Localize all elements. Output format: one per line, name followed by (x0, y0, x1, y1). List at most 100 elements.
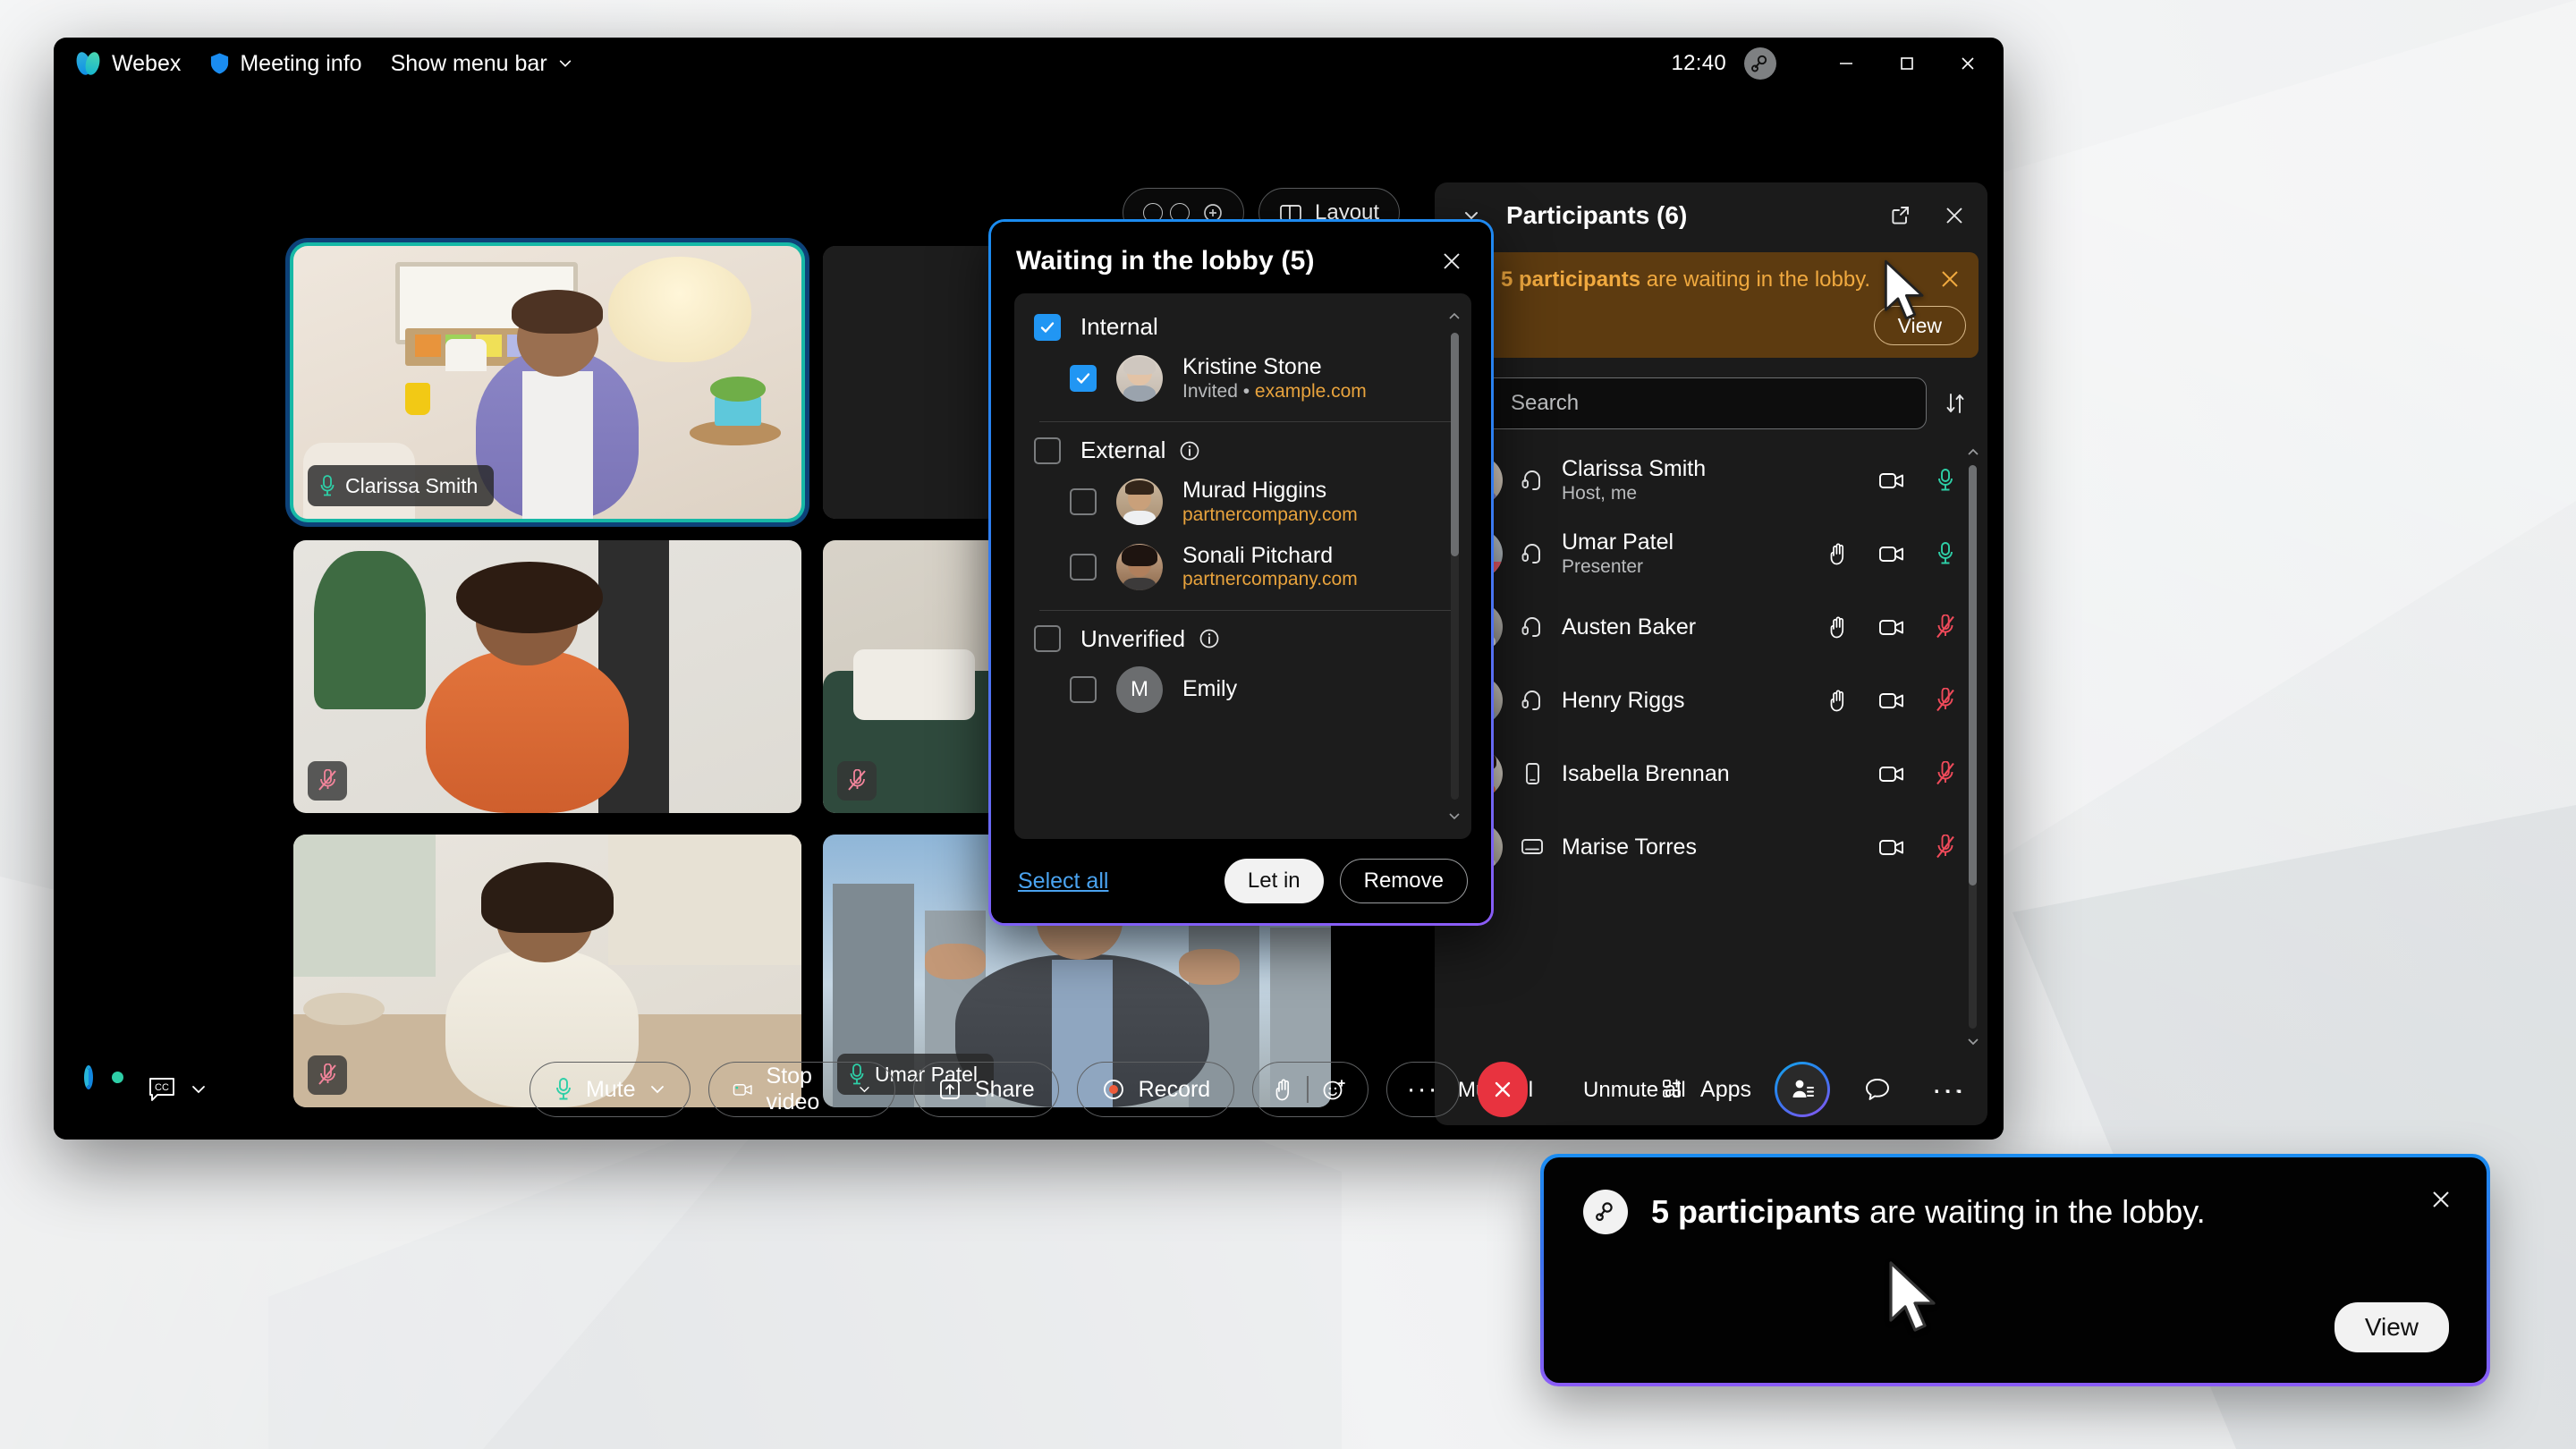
toast-message: 5 participants are waiting in the lobby. (1651, 1193, 2206, 1231)
chevron-up-icon[interactable] (1966, 445, 1980, 460)
person-checkbox[interactable] (1070, 488, 1097, 516)
headset-icon (1521, 617, 1540, 637)
participant-row[interactable]: Clarissa Smith Host, me (1435, 444, 1987, 517)
video-on-icon[interactable] (1877, 543, 1907, 564)
share-button[interactable]: Share (912, 1062, 1059, 1117)
tile-name-label: Clarissa Smith (345, 473, 479, 497)
chevron-down-icon[interactable] (1447, 809, 1462, 823)
video-camera-icon (1879, 840, 1903, 855)
close-panel-button[interactable] (1936, 197, 1973, 234)
group-checkbox-unverified[interactable] (1034, 625, 1061, 653)
video-tile[interactable] (293, 540, 801, 813)
microphone-muted-icon[interactable] (1930, 761, 1961, 786)
select-all-link[interactable]: Select all (1018, 869, 1108, 894)
lobby-list-scrollbar[interactable] (1446, 302, 1462, 830)
stop-video-button[interactable]: Stop video (708, 1062, 895, 1117)
webex-assistant-icon[interactable] (84, 1065, 123, 1109)
emoji-reaction-icon[interactable] (1321, 1077, 1348, 1102)
person-checkbox[interactable] (1070, 675, 1097, 703)
video-on-icon[interactable] (1877, 763, 1907, 784)
chevron-down-icon[interactable] (648, 1080, 666, 1098)
leave-meeting-button[interactable] (1477, 1062, 1529, 1117)
headset-icon (1521, 544, 1540, 564)
meeting-info-button[interactable]: Meeting info (195, 46, 376, 82)
toast-close-button[interactable] (2422, 1181, 2460, 1218)
lobby-group-header-unverified[interactable]: Unverified (1030, 620, 1468, 658)
participant-name: Clarissa Smith (1562, 456, 1707, 482)
window-close-button[interactable] (1937, 38, 1998, 89)
close-icon (2433, 1191, 2449, 1208)
microphone-on-icon[interactable] (1930, 541, 1961, 566)
hand-raised-icon[interactable] (1273, 1077, 1294, 1102)
microphone-muted-icon[interactable] (1930, 835, 1961, 860)
microphone-on-icon[interactable] (1930, 468, 1961, 493)
webex-logo-icon (74, 50, 102, 77)
more-options-button[interactable]: ··· (1385, 1062, 1460, 1117)
person-checkbox[interactable] (1070, 553, 1097, 580)
lobby-person-row[interactable]: Murad Higgins partnercompany.com (1030, 470, 1468, 534)
chat-button[interactable] (1853, 1065, 1902, 1114)
apps-button[interactable]: Apps (1661, 1077, 1751, 1103)
video-on-icon[interactable] (1877, 470, 1907, 491)
let-in-button[interactable]: Let in (1224, 859, 1324, 903)
popout-panel-button[interactable] (1882, 197, 1919, 234)
lobby-people-list[interactable]: Internal Kristine Stone Invited • exampl… (1014, 293, 1471, 839)
participant-role: Presenter (1562, 556, 1644, 578)
lobby-key-icon[interactable] (1744, 47, 1776, 80)
participant-name: Umar Patel (1562, 530, 1674, 555)
lobby-group-header-internal[interactable]: Internal (1030, 308, 1468, 346)
participant-row[interactable]: Henry Riggs (1435, 664, 1987, 737)
banner-dismiss-button[interactable] (1934, 267, 1966, 297)
video-camera-icon (1879, 693, 1903, 708)
person-checkbox[interactable] (1070, 365, 1097, 393)
lobby-person-row[interactable]: Kristine Stone Invited • example.com (1030, 346, 1468, 411)
captions-button[interactable]: CC (147, 1075, 208, 1104)
group-checkbox-external[interactable] (1034, 436, 1061, 464)
sort-button[interactable] (1939, 387, 1971, 419)
chevron-down-icon[interactable] (858, 1080, 871, 1098)
record-button[interactable]: Record (1076, 1062, 1235, 1117)
microphone-on-icon (1938, 469, 1953, 491)
info-icon[interactable] (1198, 627, 1221, 650)
meeting-stage: Layout Clarissa Smith Umar Patel Waiting… (54, 89, 2004, 1140)
window-maximize-button[interactable] (1877, 38, 1937, 89)
remove-button[interactable]: Remove (1339, 859, 1468, 903)
info-icon[interactable] (1178, 439, 1201, 462)
chat-bubble-icon (1866, 1079, 1889, 1100)
reactions-button[interactable] (1252, 1062, 1368, 1117)
participants-toggle-button[interactable] (1775, 1062, 1830, 1117)
lobby-person-row[interactable]: Sonali Pitchard partnercompany.com (1030, 535, 1468, 599)
participants-list[interactable]: Clarissa Smith Host, me Umar Patel Prese… (1435, 438, 1987, 1055)
lobby-dialog-close-button[interactable] (1434, 243, 1470, 279)
participant-row[interactable]: Isabella Brennan (1435, 737, 1987, 810)
microphone-muted-icon[interactable] (1930, 688, 1961, 713)
lobby-person-row[interactable]: M Emily (1030, 658, 1468, 721)
participants-list-scrollbar[interactable] (1966, 438, 1980, 1055)
lobby-group-header-external[interactable]: External (1030, 431, 1468, 470)
raised-hand-icon[interactable] (1823, 688, 1853, 713)
group-checkbox-internal[interactable] (1034, 313, 1061, 341)
meeting-toolbar: CC Mute Stop video Share Record ··· Apps… (54, 1039, 2004, 1140)
toast-view-button[interactable]: View (2334, 1302, 2449, 1352)
raised-hand-icon[interactable] (1823, 541, 1853, 566)
chevron-up-icon[interactable] (1447, 309, 1462, 324)
headset-icon (1517, 614, 1547, 640)
participant-row[interactable]: Umar Patel Presenter (1435, 517, 1987, 590)
participant-row[interactable]: Marise Torres (1435, 810, 1987, 884)
participant-row[interactable]: Austen Baker (1435, 590, 1987, 664)
video-camera-icon (733, 1084, 752, 1096)
show-menu-bar-button[interactable]: Show menu bar (377, 46, 588, 82)
microphone-muted-icon[interactable] (1930, 614, 1961, 640)
video-tile[interactable]: Clarissa Smith (290, 242, 805, 522)
more-right-button[interactable]: ··· (1925, 1065, 1973, 1114)
headset-icon (1517, 687, 1547, 714)
video-on-icon[interactable] (1877, 616, 1907, 638)
minimize-icon (1840, 63, 1852, 64)
raised-hand-icon[interactable] (1823, 614, 1853, 640)
video-on-icon[interactable] (1877, 690, 1907, 711)
meeting-info-label: Meeting info (240, 50, 362, 76)
search-input[interactable]: Search (1454, 377, 1927, 429)
window-minimize-button[interactable] (1816, 38, 1877, 89)
video-on-icon[interactable] (1877, 836, 1907, 858)
mute-button[interactable]: Mute (529, 1062, 691, 1117)
